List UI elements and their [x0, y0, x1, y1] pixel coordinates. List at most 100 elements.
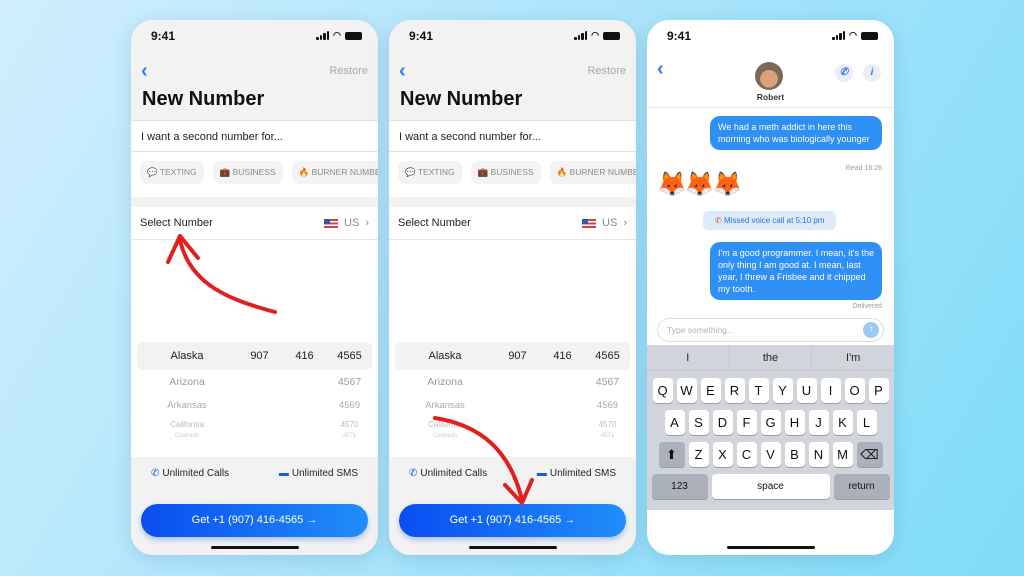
key[interactable]: K — [832, 410, 853, 435]
chip-burner[interactable]: 🔥 BURNER NUMBER — [291, 161, 378, 184]
key[interactable]: O — [844, 378, 865, 403]
picker-row[interactable]: Arizona 4567 — [395, 370, 630, 394]
read-receipt: Read 16:26 — [845, 165, 882, 172]
state: Alaska — [170, 350, 204, 362]
suggestion[interactable]: I'm — [812, 345, 894, 370]
message-input[interactable]: Type something... ↑ — [657, 318, 884, 342]
chevron-right-icon: › — [365, 217, 369, 229]
call-button[interactable]: ✆ — [835, 64, 853, 82]
picker-row[interactable]: Alaska 907 416 4565 — [137, 342, 372, 370]
back-button[interactable]: ‹ — [657, 58, 664, 81]
select-number-row[interactable]: Select Number US › — [131, 207, 378, 240]
page-title: New Number — [142, 88, 265, 110]
key[interactable]: F — [736, 410, 757, 435]
back-button[interactable]: ‹ — [141, 60, 148, 83]
state: Arkansas — [425, 399, 465, 411]
key[interactable]: Z — [688, 442, 709, 467]
purpose-prompt: I want a second number for... — [389, 120, 636, 152]
key[interactable]: U — [796, 378, 817, 403]
key[interactable]: R — [724, 378, 745, 403]
key[interactable]: C — [736, 442, 757, 467]
chip-business[interactable]: 💼 BUSINESS — [212, 161, 283, 184]
wifi-icon: ◠ — [333, 30, 341, 40]
signal-icon — [316, 31, 330, 40]
key[interactable]: Y — [772, 378, 793, 403]
line-number: 4570 — [340, 419, 359, 429]
key[interactable]: T — [748, 378, 769, 403]
key[interactable]: Q — [652, 378, 673, 403]
key[interactable]: J — [808, 410, 829, 435]
key[interactable]: L — [856, 410, 877, 435]
key[interactable]: V — [760, 442, 781, 467]
suggestion[interactable]: I — [647, 345, 730, 370]
key[interactable]: H — [784, 410, 805, 435]
get-number-button[interactable]: Get +1 (907) 416-4565 → — [141, 504, 368, 537]
keyboard: Ithe I'm Q W E R T Y U I O P A S D F G H J K L ⬆ Z X C V B N M ⌫ 123… — [647, 345, 894, 510]
purpose-chips: 💬 TEXTING 💼 BUSINESS 🔥 BURNER NUMBER — [398, 161, 636, 184]
page-title: New Number — [400, 88, 523, 110]
key[interactable]: D — [712, 410, 733, 435]
home-indicator — [468, 546, 557, 549]
status-icons: ◠ — [316, 30, 362, 41]
shift-key[interactable]: ⬆ — [658, 442, 685, 467]
prefix: 416 — [295, 350, 314, 362]
fox-emoji: 🦊🦊🦊 — [657, 171, 743, 198]
chip-texting[interactable]: 💬 TEXTING — [398, 161, 462, 184]
key[interactable]: X — [712, 442, 733, 467]
number-picker[interactable]: Alaska 907 416 4565 Arizona 4567 Arkansas 4569 C… — [395, 342, 630, 440]
restore-button[interactable]: Restore — [587, 65, 626, 77]
number-picker[interactable]: Alaska 907 416 4565 Arizona 4567 Arkansas 4569 C… — [137, 342, 372, 440]
key[interactable]: S — [688, 410, 709, 435]
picker-row[interactable]: Alaska 907 416 4565 — [395, 342, 630, 370]
picker-row[interactable]: California 4570 — [395, 416, 630, 432]
key[interactable]: A — [664, 410, 685, 435]
info-button[interactable]: i — [863, 64, 881, 82]
restore-button[interactable]: Restore — [329, 65, 368, 77]
space-key[interactable]: space — [711, 474, 830, 499]
status-bar: 9:41 ◠ — [131, 20, 378, 50]
key[interactable]: P — [868, 378, 889, 403]
picker-row[interactable]: Arkansas 4569 — [395, 394, 630, 416]
line-number: 4567 — [337, 376, 362, 388]
status-icons: ◠ — [832, 30, 878, 41]
back-button[interactable]: ‹ — [399, 60, 406, 83]
chip-texting[interactable]: 💬 TEXTING — [140, 161, 204, 184]
picker-row[interactable]: Arkansas 4569 — [137, 394, 372, 416]
state: Arizona — [169, 376, 205, 388]
key[interactable]: N — [808, 442, 829, 467]
chip-business[interactable]: 💼 BUSINESS — [470, 161, 541, 184]
key[interactable]: I — [820, 378, 841, 403]
phone-icon: ✆ — [151, 468, 160, 479]
signal-icon — [832, 31, 846, 40]
avatar[interactable] — [755, 62, 783, 90]
suggestion[interactable]: the — [730, 345, 813, 370]
chevron-right-icon: › — [623, 217, 627, 229]
state: California — [428, 419, 462, 429]
picker-row[interactable]: Arizona 4567 — [137, 370, 372, 394]
picker-row[interactable]: Colorado 4571 — [395, 432, 630, 440]
wifi-icon: ◠ — [591, 30, 599, 40]
key[interactable]: B — [784, 442, 805, 467]
status-time: 9:41 — [667, 29, 692, 43]
delivered-receipt: Delivered — [852, 303, 882, 310]
key[interactable]: M — [832, 442, 853, 467]
key[interactable]: G — [760, 410, 781, 435]
send-button[interactable]: ↑ — [863, 322, 879, 338]
missed-call-notice: ✆ Missed voice call at 5:10 pm — [703, 211, 837, 230]
select-number-row[interactable]: Select Number US › — [389, 207, 636, 240]
battery-icon — [345, 31, 362, 40]
key[interactable]: E — [700, 378, 721, 403]
numbers-key[interactable]: 123 — [651, 474, 708, 499]
return-key[interactable]: return — [833, 474, 890, 499]
picker-row[interactable]: Colorado 4571 — [137, 432, 372, 440]
chip-burner[interactable]: 🔥 BURNER NUMBER — [549, 161, 636, 184]
backspace-key[interactable]: ⌫ — [856, 442, 883, 467]
line-number: 4565 — [337, 350, 362, 362]
info-icon: i — [870, 67, 874, 78]
get-number-button[interactable]: Get +1 (907) 416-4565 → — [399, 504, 626, 537]
picker-row[interactable]: California 4570 — [137, 416, 372, 432]
battery-icon — [603, 31, 620, 40]
line-number: 4569 — [596, 399, 619, 411]
line-number: 4571 — [342, 433, 357, 439]
key[interactable]: W — [676, 378, 697, 403]
